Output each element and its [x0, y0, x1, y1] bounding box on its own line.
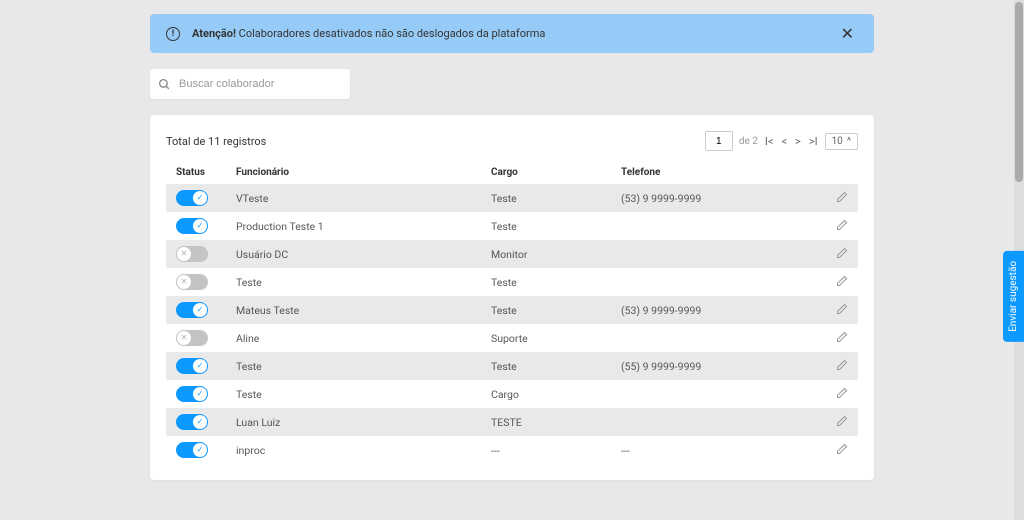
cell-funcionario: Luan Luiz [236, 416, 491, 429]
cell-funcionario: Teste [236, 360, 491, 373]
cell-telefone: --- [621, 444, 818, 457]
cell-cargo: --- [491, 444, 621, 457]
status-toggle[interactable]: ✕ [176, 274, 208, 290]
cell-telefone: (55) 9 9999-9999 [621, 360, 818, 373]
cell-funcionario: Usuário DC [236, 248, 491, 261]
warning-alert: ! Atenção! Colaboradores desativados não… [150, 14, 874, 53]
check-icon: ✓ [193, 219, 207, 233]
page-current-input[interactable] [705, 131, 733, 151]
cell-funcionario: VTeste [236, 192, 491, 205]
page-total-label: de 2 [739, 136, 758, 147]
table-row: ✕ AlineSuporte [166, 324, 858, 352]
column-header-status: Status [176, 167, 236, 178]
cell-funcionario: Teste [236, 276, 491, 289]
check-icon: ✓ [193, 191, 207, 205]
status-toggle[interactable]: ✕ [176, 330, 208, 346]
edit-icon[interactable] [836, 304, 848, 318]
cell-funcionario: Mateus Teste [236, 304, 491, 317]
page-size-value: 10 [832, 136, 843, 147]
search-input[interactable] [179, 78, 342, 90]
status-toggle[interactable]: ✓ [176, 386, 208, 402]
table-row: ✓ Mateus TesteTeste(53) 9 9999-9999 [166, 296, 858, 324]
edit-icon[interactable] [836, 192, 848, 206]
edit-icon[interactable] [836, 220, 848, 234]
edit-icon[interactable] [836, 360, 848, 374]
page-prev-icon[interactable]: < [780, 135, 788, 148]
cell-funcionario: Production Teste 1 [236, 220, 491, 233]
page-size-select[interactable]: 10 ^ [825, 133, 858, 150]
cell-cargo: TESTE [491, 416, 621, 429]
table-row: ✓ VTesteTeste(53) 9 9999-9999 [166, 184, 858, 212]
search-icon [158, 78, 171, 91]
check-icon: ✓ [193, 387, 207, 401]
column-header-telefone: Telefone [621, 167, 818, 178]
status-toggle[interactable]: ✓ [176, 302, 208, 318]
check-icon: ✓ [193, 415, 207, 429]
collaborators-panel: Total de 11 registros de 2 I< < > >I 10 … [150, 115, 874, 480]
close-icon[interactable]: ✕ [837, 24, 858, 43]
cell-funcionario: inproc [236, 444, 491, 457]
alert-message: Atenção! Colaboradores desativados não s… [192, 27, 837, 40]
cell-cargo: Monitor [491, 248, 621, 261]
table-row: ✓TesteTeste(55) 9 9999-9999 [166, 352, 858, 380]
cell-cargo: Teste [491, 276, 621, 289]
page-last-icon[interactable]: >I [808, 135, 819, 148]
page-first-icon[interactable]: I< [764, 135, 775, 148]
edit-icon[interactable] [836, 332, 848, 346]
x-icon: ✕ [177, 331, 191, 345]
cell-telefone: (53) 9 9999-9999 [621, 192, 818, 205]
alert-icon: ! [166, 27, 180, 41]
status-toggle[interactable]: ✕ [176, 246, 208, 262]
status-toggle[interactable]: ✓ [176, 414, 208, 430]
edit-icon[interactable] [836, 388, 848, 402]
cell-funcionario: Teste [236, 388, 491, 401]
cell-cargo: Teste [491, 304, 621, 317]
pagination: de 2 I< < > >I 10 ^ [705, 131, 858, 151]
page-next-icon[interactable]: > [794, 135, 802, 148]
scrollbar-thumb[interactable] [1015, 2, 1023, 182]
status-toggle[interactable]: ✓ [176, 190, 208, 206]
alert-rest: Colaboradores desativados não são deslog… [236, 27, 545, 40]
cell-cargo: Teste [491, 220, 621, 233]
cell-telefone: (53) 9 9999-9999 [621, 304, 818, 317]
check-icon: ✓ [193, 303, 207, 317]
cell-cargo: Teste [491, 192, 621, 205]
total-records-label: Total de 11 registros [166, 135, 266, 148]
chevron-up-icon: ^ [847, 136, 851, 147]
column-header-cargo: Cargo [491, 167, 621, 178]
edit-icon[interactable] [836, 416, 848, 430]
table-row: ✓ Luan LuizTESTE [166, 408, 858, 436]
cell-cargo: Teste [491, 360, 621, 373]
status-toggle[interactable]: ✓ [176, 358, 208, 374]
table-row: ✕ Usuário DCMonitor [166, 240, 858, 268]
cell-cargo: Suporte [491, 332, 621, 345]
edit-icon[interactable] [836, 248, 848, 262]
x-icon: ✕ [177, 247, 191, 261]
edit-icon[interactable] [836, 276, 848, 290]
table-row: ✕ TesteTeste [166, 268, 858, 296]
feedback-button[interactable]: Enviar sugestão [1003, 251, 1024, 342]
table-row: ✓ Production Teste 1Teste [166, 212, 858, 240]
alert-bold: Atenção! [192, 27, 236, 40]
cell-cargo: Cargo [491, 388, 621, 401]
table-row: ✓inproc------ [166, 436, 858, 464]
column-header-funcionario: Funcionário [236, 167, 491, 178]
edit-icon[interactable] [836, 444, 848, 458]
table-header: Status Funcionário Cargo Telefone [166, 161, 858, 184]
cell-funcionario: Aline [236, 332, 491, 345]
search-box[interactable] [150, 69, 350, 99]
check-icon: ✓ [193, 443, 207, 457]
check-icon: ✓ [193, 359, 207, 373]
x-icon: ✕ [177, 275, 191, 289]
table-row: ✓ TesteCargo [166, 380, 858, 408]
status-toggle[interactable]: ✓ [176, 218, 208, 234]
status-toggle[interactable]: ✓ [176, 442, 208, 458]
